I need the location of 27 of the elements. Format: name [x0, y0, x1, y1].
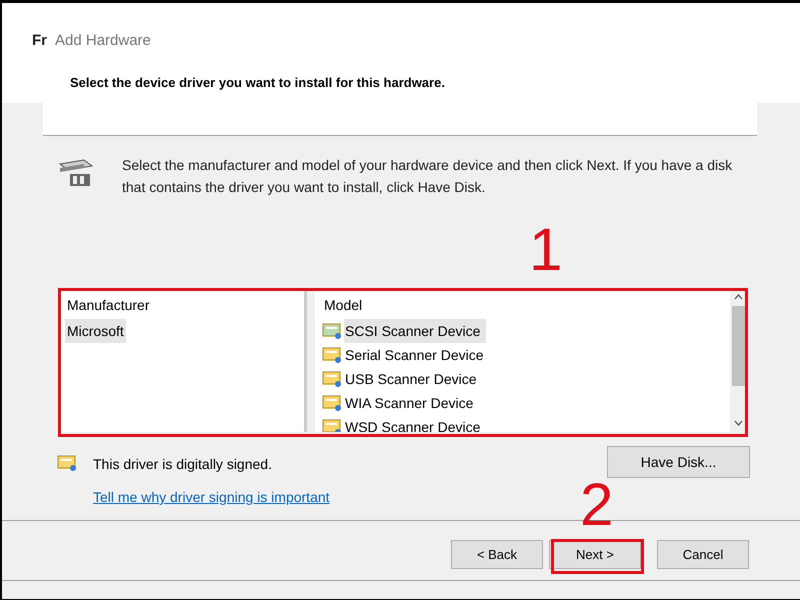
certificate-icon [322, 394, 342, 412]
list-item[interactable]: USB Scanner Device [344, 367, 483, 391]
back-button[interactable]: < Back [451, 540, 543, 569]
list-item[interactable]: SCSI Scanner Device [344, 319, 486, 343]
instruction-text: Select the manufacturer and model of your hardware device and then click Next. If you have a disk that contains the driver you want to install, click Have Disk. [122, 156, 734, 197]
column-heading: Manufacturer [66, 296, 150, 315]
signature-status: This driver is digitally signed. [93, 455, 272, 474]
have-disk-button[interactable]: Have Disk... [607, 446, 750, 478]
hardware-icon [58, 158, 94, 188]
list-item[interactable]: WSD Scanner Device [344, 415, 486, 432]
certificate-icon [322, 346, 342, 364]
cancel-button[interactable]: Cancel [657, 540, 749, 569]
list-item[interactable]: Microsoft [65, 319, 126, 343]
scroll-up-icon[interactable] [734, 294, 743, 300]
list-item[interactable]: WIA Scanner Device [344, 391, 480, 415]
window-title: Add Hardware [55, 31, 151, 51]
window-title-fragment: Fr [32, 31, 47, 51]
certificate-icon [57, 455, 77, 471]
scroll-down-icon[interactable] [734, 420, 743, 426]
page-heading: Select the device driver you want to install for this hardware. [70, 74, 446, 92]
certificate-icon [322, 322, 342, 340]
list-item[interactable]: Serial Scanner Device [344, 343, 490, 367]
step-number: 1 [529, 218, 562, 282]
certificate-icon [322, 370, 342, 388]
column-heading: Model [323, 296, 362, 315]
driver-signing-link[interactable]: Tell me why driver signing is important [93, 487, 330, 508]
next-button[interactable]: Next > [549, 540, 641, 569]
